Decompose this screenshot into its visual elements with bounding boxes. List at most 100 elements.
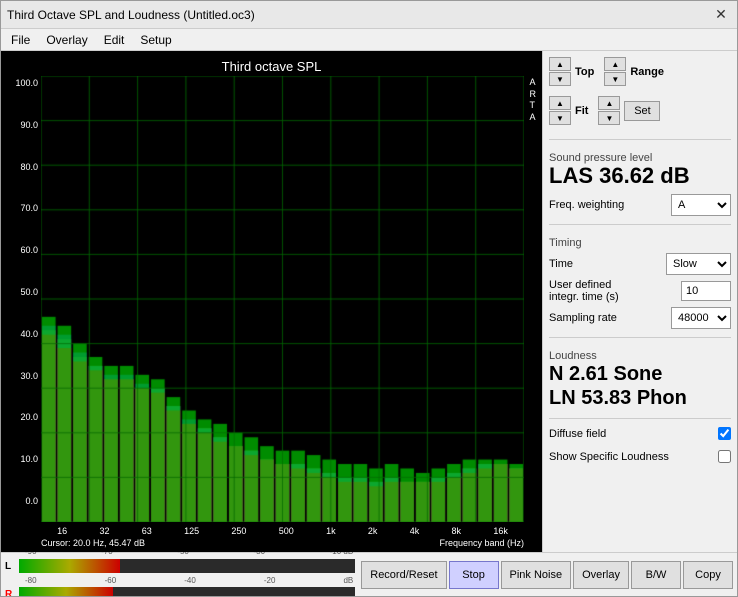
y-label-1: 90.0 <box>20 120 38 130</box>
range-control: ▲ ▼ Range <box>604 57 664 86</box>
set-up-button[interactable]: ▲ <box>598 96 620 110</box>
x-label-1: 32 <box>99 526 109 536</box>
r-tick-4: dB <box>343 576 353 585</box>
divider-2 <box>549 224 731 225</box>
x-label-0: 16 <box>57 526 67 536</box>
range-up-button[interactable]: ▲ <box>604 57 626 71</box>
diffuse-field-checkbox[interactable] <box>718 427 731 440</box>
set-control: ▲ ▼ Set <box>598 96 660 125</box>
arta-watermark: ARTA <box>528 76 539 125</box>
canvas-container: ARTA <box>41 76 538 524</box>
fit-control: ▲ ▼ Fit <box>549 96 588 125</box>
x-label-10: 16k <box>493 526 508 536</box>
diffuse-field-label: Diffuse field <box>549 428 606 440</box>
top-down-button[interactable]: ▼ <box>549 72 571 86</box>
r-tick-0: -80 <box>25 576 37 585</box>
freq-weighting-label: Freq. weighting <box>549 199 667 211</box>
stop-button[interactable]: Stop <box>449 561 499 589</box>
freq-weighting-select[interactable]: A B C Z <box>671 194 731 216</box>
menu-overlay[interactable]: Overlay <box>42 32 91 48</box>
range-down-button[interactable]: ▼ <box>604 72 626 86</box>
y-label-3: 70.0 <box>20 203 38 213</box>
l-channel-label: L <box>5 561 17 572</box>
fit-set-controls: ▲ ▼ Fit ▲ ▼ Set <box>549 96 731 125</box>
show-specific-label: Show Specific Loudness <box>549 451 669 463</box>
y-label-0: 100.0 <box>15 78 38 88</box>
user-defined-input[interactable]: 10 <box>681 281 731 301</box>
user-defined-label: User defined integr. time (s) <box>549 279 677 303</box>
x-label-7: 2k <box>368 526 378 536</box>
set-down-button[interactable]: ▼ <box>598 111 620 125</box>
spl-value: LAS 36.62 dB <box>549 164 731 188</box>
right-panel: ▲ ▼ Top ▲ ▼ Range ▲ ▼ <box>542 51 737 552</box>
show-specific-checkbox[interactable] <box>718 450 731 463</box>
x-label-3: 125 <box>184 526 199 536</box>
menu-setup[interactable]: Setup <box>136 32 175 48</box>
level-meter: -90 -70 -50 -30 -10 dB L -80 -60 -40 -20… <box>5 547 355 597</box>
r-tick-3: -20 <box>264 576 276 585</box>
close-button[interactable]: ✕ <box>711 5 731 25</box>
x-label-9: 8k <box>452 526 462 536</box>
y-label-4: 60.0 <box>20 245 38 255</box>
cursor-info: Cursor: 20.0 Hz, 45.47 dB <box>41 538 145 548</box>
loudness-section: Loudness N 2.61 Sone LN 53.83 Phon <box>549 346 731 410</box>
range-spin: ▲ ▼ <box>604 57 626 86</box>
fit-up-button[interactable]: ▲ <box>549 96 571 110</box>
r-tick-2: -40 <box>184 576 196 585</box>
time-select[interactable]: Slow Fast Impulse <box>666 253 731 275</box>
sampling-rate-select[interactable]: 48000 44100 96000 <box>671 307 731 329</box>
top-range-controls: ▲ ▼ Top ▲ ▼ Range <box>549 57 731 86</box>
top-up-button[interactable]: ▲ <box>549 57 571 71</box>
cursor-info-row: Cursor: 20.0 Hz, 45.47 dB Frequency band… <box>41 538 538 548</box>
y-label-10: 0.0 <box>25 496 38 506</box>
timing-label: Timing <box>549 237 731 249</box>
overlay-button[interactable]: Overlay <box>573 561 629 589</box>
loudness-n: N 2.61 Sone <box>549 362 731 386</box>
bw-button[interactable]: B/W <box>631 561 681 589</box>
title-bar: Third Octave SPL and Loudness (Untitled.… <box>1 1 737 29</box>
main-window: Third Octave SPL and Loudness (Untitled.… <box>0 0 738 597</box>
user-defined-row: User defined integr. time (s) 10 <box>549 279 731 303</box>
l-meter-bar <box>19 559 120 573</box>
window-title: Third Octave SPL and Loudness (Untitled.… <box>7 8 255 22</box>
freq-weighting-row: Freq. weighting A B C Z <box>549 194 731 216</box>
x-label-5: 500 <box>279 526 294 536</box>
fit-label: Fit <box>575 105 588 117</box>
menu-file[interactable]: File <box>7 32 34 48</box>
loudness-label: Loudness <box>549 350 731 362</box>
r-tick-1: -60 <box>105 576 117 585</box>
freq-band-label: Frequency band (Hz) <box>439 538 524 548</box>
y-label-2: 80.0 <box>20 162 38 172</box>
y-label-6: 40.0 <box>20 329 38 339</box>
l-meter-row: L <box>5 558 355 574</box>
time-label: Time <box>549 258 662 270</box>
x-label-4: 250 <box>231 526 246 536</box>
menu-edit[interactable]: Edit <box>100 32 129 48</box>
divider-3 <box>549 337 731 338</box>
y-label-5: 50.0 <box>20 287 38 297</box>
r-channel-label: R <box>5 589 17 597</box>
chart-area: Third octave SPL 100.0 90.0 80.0 70.0 60… <box>1 51 542 552</box>
time-row: Time Slow Fast Impulse <box>549 253 731 275</box>
bottom-bar: -90 -70 -50 -30 -10 dB L -80 -60 -40 -20… <box>1 552 737 596</box>
x-label-2: 63 <box>142 526 152 536</box>
r-meter-row: R <box>5 586 355 597</box>
fit-down-button[interactable]: ▼ <box>549 111 571 125</box>
y-label-8: 20.0 <box>20 412 38 422</box>
r-meter-bar <box>19 587 113 597</box>
set-button[interactable]: Set <box>624 101 660 121</box>
y-label-9: 10.0 <box>20 454 38 464</box>
sampling-rate-row: Sampling rate 48000 44100 96000 <box>549 307 731 329</box>
record-reset-button[interactable]: Record/Reset <box>361 561 446 589</box>
pink-noise-button[interactable]: Pink Noise <box>501 561 572 589</box>
diffuse-field-row: Diffuse field <box>549 427 731 440</box>
menu-bar: File Overlay Edit Setup <box>1 29 737 51</box>
spl-chart-canvas <box>41 76 524 522</box>
divider-4 <box>549 418 731 419</box>
set-spin: ▲ ▼ <box>598 96 620 125</box>
timing-section: Timing Time Slow Fast Impulse User defin… <box>549 233 731 329</box>
top-label: Top <box>575 66 594 78</box>
copy-button[interactable]: Copy <box>683 561 733 589</box>
action-buttons: Record/Reset Stop Pink Noise Overlay B/W… <box>361 561 733 589</box>
r-tick-labels: -80 -60 -40 -20 dB <box>25 576 355 585</box>
